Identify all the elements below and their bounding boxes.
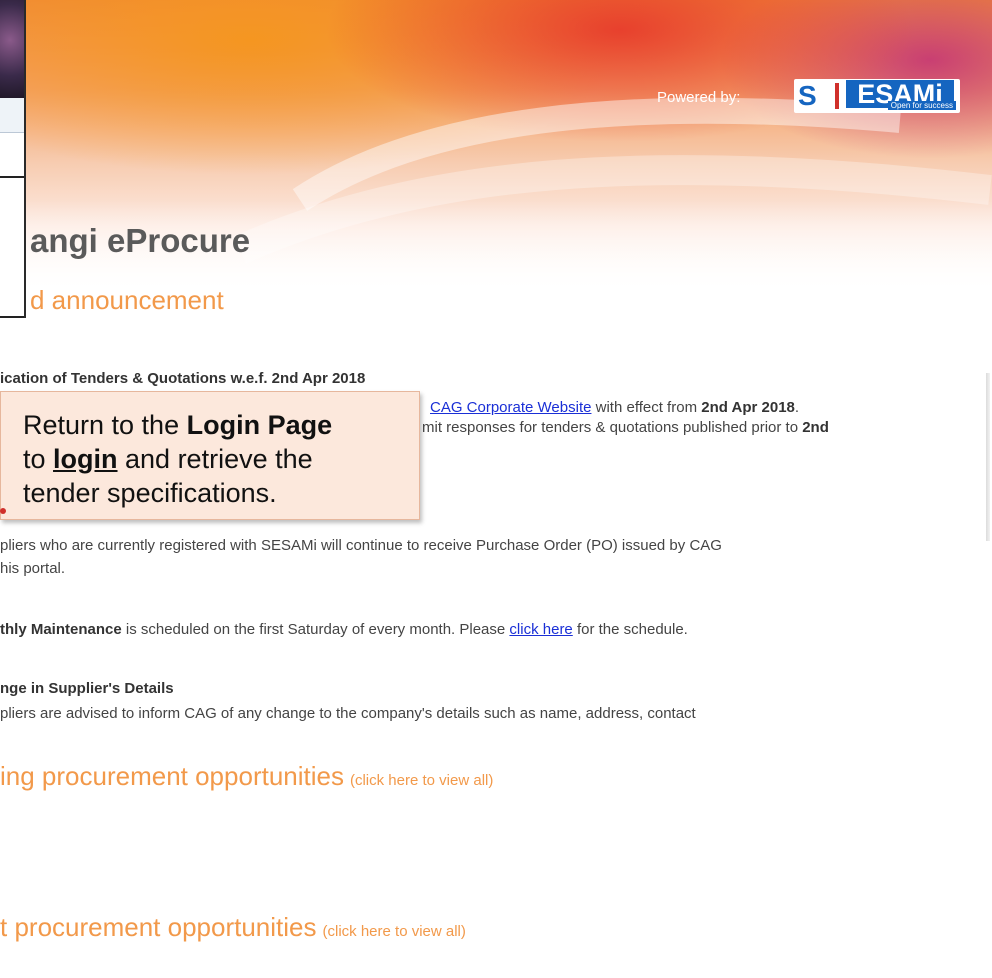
announcement-text: for the schedule. <box>572 621 688 638</box>
view-all-link[interactable]: (click here to view all) <box>323 923 466 940</box>
opportunities-title: t procurement opportunities <box>0 912 317 942</box>
callout-login-page: Login Page <box>186 410 333 440</box>
logo-tagline: Open for success <box>887 101 956 110</box>
announcement-text: his portal. <box>0 560 66 577</box>
panel-strip <box>0 98 24 133</box>
cag-website-link[interactable]: CAG Corporate Website <box>430 399 591 416</box>
callout-pointer <box>0 508 6 514</box>
right-edge-panel <box>986 373 990 541</box>
page-title: angi eProcure <box>30 222 251 259</box>
maintenance-notice: thly Maintenance is scheduled on the fir… <box>0 621 688 638</box>
announcement-text: pliers who are currently registered with… <box>0 537 722 554</box>
sesami-logo[interactable]: S ESAMi Open for success <box>794 79 960 113</box>
view-all-link[interactable]: (click here to view all) <box>350 772 493 789</box>
schedule-link[interactable]: click here <box>509 621 572 638</box>
panel-bottom-border <box>0 316 24 318</box>
callout-text: tender specifications. <box>23 478 277 508</box>
announcement-date: 2nd <box>802 419 829 436</box>
announcement-line: mit responses for tenders & quotations p… <box>422 419 829 436</box>
left-panel <box>0 0 26 318</box>
announcement-text: is scheduled on the first Saturday of ev… <box>121 621 510 638</box>
header-photo <box>0 0 24 98</box>
callout-text: Return to the <box>23 410 187 440</box>
announcement-date: 2nd Apr 2018 <box>701 399 795 416</box>
announcement-line: his portal. <box>0 560 65 577</box>
announcement-text: with effect from <box>591 399 702 416</box>
announcement-text: mit responses for tenders & quotations p… <box>422 419 803 436</box>
announcement-title-text: nge in Supplier's Details <box>0 680 174 697</box>
callout-line: tender specifications. <box>23 478 277 509</box>
announcement-text: . <box>794 399 800 416</box>
maintenance-title: thly Maintenance <box>0 621 122 638</box>
past-opportunities-heading: t procurement opportunities (click here t… <box>0 912 466 943</box>
callout-text: to <box>23 444 54 474</box>
announcement-title: nge in Supplier's Details <box>0 680 174 697</box>
panel-divider <box>0 176 24 178</box>
callout-line: Return to the Login Page <box>23 410 332 441</box>
announcement-title: ication of Tenders & Quotations w.e.f. 2… <box>0 370 365 387</box>
announcement-heading: d announcement <box>30 285 224 315</box>
callout-line: to login and retrieve the <box>23 444 313 475</box>
opportunities-title: ing procurement opportunities <box>0 761 344 791</box>
callout-login-link[interactable]: login <box>53 444 117 474</box>
announcement-line: pliers are advised to inform CAG of any … <box>0 705 696 722</box>
callout-text: and retrieve the <box>117 444 313 474</box>
powered-by-label: Powered by: <box>657 89 741 106</box>
announcement-line: CAG Corporate Website with effect from 2… <box>430 399 799 416</box>
announcement-line: pliers who are currently registered with… <box>0 537 722 554</box>
current-opportunities-heading: ing procurement opportunities (click here… <box>0 761 493 792</box>
instruction-callout: Return to the Login Page to login and re… <box>0 391 420 520</box>
logo-letter: S <box>798 80 818 111</box>
announcement-text: pliers are advised to inform CAG of any … <box>0 705 696 722</box>
announcement-title-text: ication of Tenders & Quotations w.e.f. 2… <box>0 370 366 387</box>
logo-divider <box>835 83 839 109</box>
